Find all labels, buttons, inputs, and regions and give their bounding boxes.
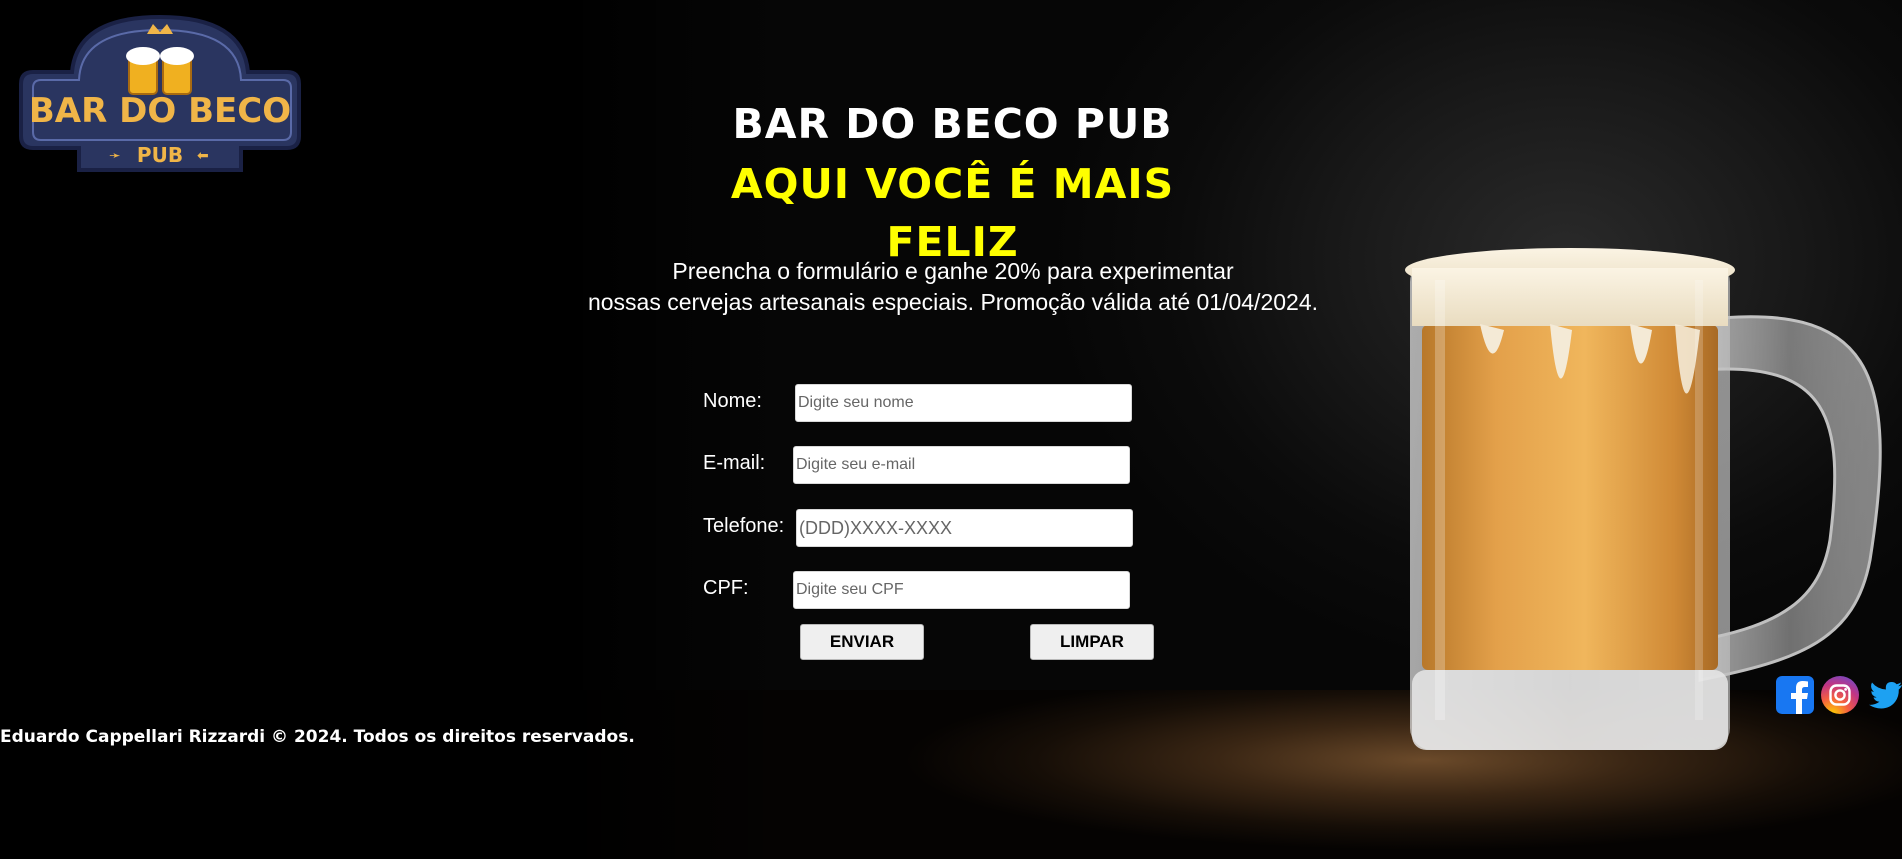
name-label: Nome: — [703, 390, 762, 412]
cpf-input[interactable] — [793, 571, 1130, 609]
reset-button[interactable]: LIMPAR — [1030, 624, 1154, 660]
bar-do-beco-logo[interactable]: BAR DO BECO PUB ➛ ⬅ — [17, 12, 303, 175]
promo-line-1: Preencha o formulário e ganhe 20% para e… — [672, 258, 1234, 284]
phone-label: Telefone: — [703, 515, 785, 537]
page-title: BAR DO BECO PUB — [732, 100, 1173, 148]
logo-text: BAR DO BECO — [29, 91, 291, 131]
page: BAR DO BECO PUB ➛ ⬅ BAR DO BECO PUB AQUI… — [0, 0, 1902, 859]
phone-input[interactable] — [796, 509, 1133, 547]
email-label: E-mail: — [703, 452, 766, 474]
facebook-icon[interactable] — [1776, 676, 1814, 714]
twitter-icon[interactable] — [1866, 676, 1902, 714]
submit-button[interactable]: ENVIAR — [800, 624, 924, 660]
promo-line-2: nossas cervejas artesanais especiais. Pr… — [587, 289, 1319, 315]
name-input[interactable] — [795, 384, 1132, 422]
social-links — [1776, 676, 1902, 716]
promo-text: Preencha o formulário e ganhe 20% para e… — [540, 256, 1366, 318]
instagram-icon[interactable] — [1821, 676, 1859, 714]
email-input[interactable] — [793, 446, 1130, 484]
page-tagline: AQUI VOCÊ É MAIS FELIZ — [730, 160, 1175, 266]
cpf-label: CPF: — [703, 577, 749, 599]
svg-text:➛: ➛ — [109, 148, 121, 164]
logo-subtext: PUB — [137, 143, 183, 167]
svg-text:⬅: ⬅ — [197, 148, 209, 164]
footer-copyright: Eduardo Cappellari Rizzardi © 2024. Todo… — [0, 727, 635, 747]
